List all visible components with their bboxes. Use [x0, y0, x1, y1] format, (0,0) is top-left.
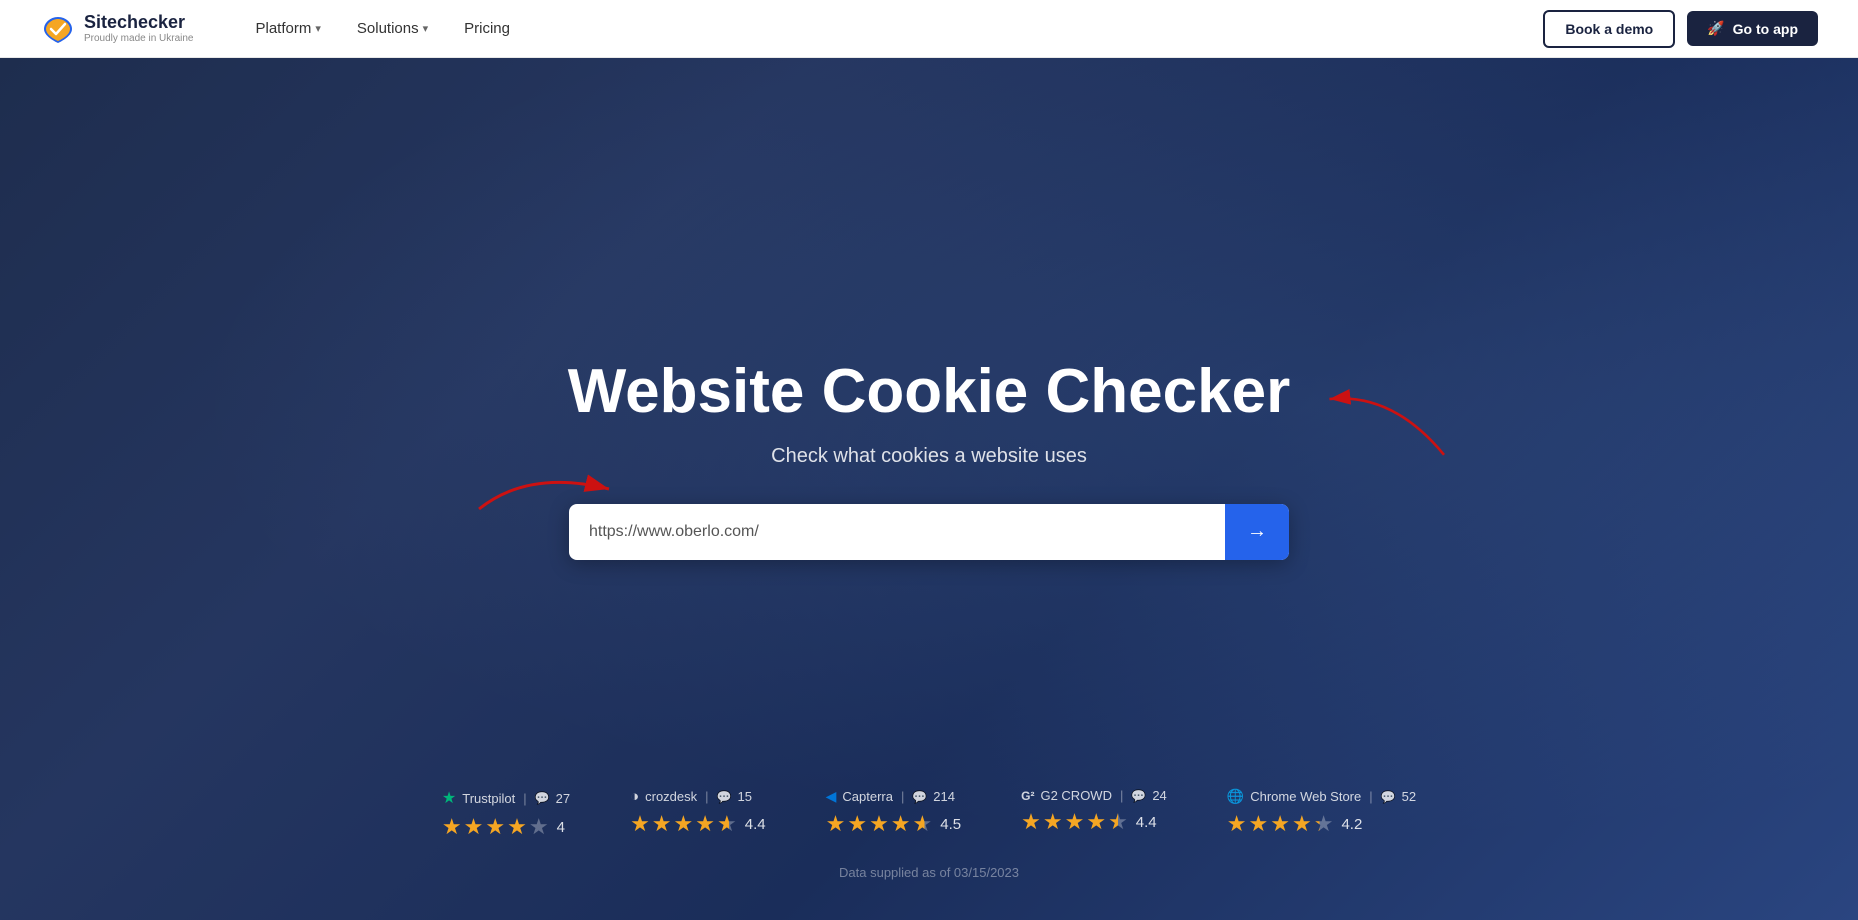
crozdesk-count: 15: [738, 789, 752, 804]
capterra-icon: ◀: [826, 788, 837, 805]
comment-icon-crozdesk: 💬: [717, 790, 732, 804]
platform-chevron-icon: ▾: [315, 22, 321, 35]
comment-icon-g2: 💬: [1131, 789, 1146, 803]
nav-solutions[interactable]: Solutions ▾: [343, 12, 442, 45]
arrow-right-icon: →: [1247, 520, 1267, 543]
crozdesk-stars: ★★★★★: [630, 811, 737, 837]
hero-subtitle: Check what cookies a website uses: [771, 445, 1087, 468]
nav-links: Platform ▾ Solutions ▾ Pricing: [242, 12, 1544, 45]
rating-trustpilot: ★ Trustpilot | 💬 27 ★★★★★ 4: [442, 788, 570, 840]
comment-icon-chrome: 💬: [1381, 790, 1396, 804]
logo-icon: [40, 11, 76, 47]
comment-icon: 💬: [535, 791, 550, 805]
rating-capterra: ◀ Capterra | 💬 214 ★★★★★ 4.5: [826, 788, 962, 840]
url-search-bar: →: [569, 504, 1289, 560]
rocket-icon: 🚀: [1707, 20, 1724, 37]
trustpilot-score: 4: [557, 819, 565, 836]
logo-name: Sitechecker: [84, 13, 194, 33]
capterra-label: Capterra: [842, 789, 893, 804]
hero-title: Website Cookie Checker: [568, 358, 1290, 426]
chrome-stars: ★★★★★: [1227, 811, 1334, 837]
nav-pricing[interactable]: Pricing: [450, 12, 524, 45]
book-demo-button[interactable]: Book a demo: [1543, 10, 1675, 48]
crozdesk-score: 4.4: [745, 816, 766, 833]
trustpilot-stars: ★★★★★: [442, 814, 549, 840]
logo-tagline: Proudly made in Ukraine: [84, 33, 194, 44]
capterra-score: 4.5: [940, 816, 961, 833]
solutions-chevron-icon: ▾: [423, 22, 429, 35]
g2crowd-count: 24: [1152, 788, 1166, 803]
right-arrow-indicator: [1312, 358, 1466, 471]
g2crowd-icon: G²: [1021, 789, 1034, 803]
crozdesk-label: crozdesk: [645, 789, 697, 804]
chrome-icon: 🌐: [1227, 788, 1244, 805]
hero-content: Website Cookie Checker Check what cookie…: [548, 358, 1310, 559]
rating-crozdesk: ◑ crozdesk | 💬 15 ★★★★★ 4.4: [630, 788, 766, 840]
nav-platform[interactable]: Platform ▾: [242, 12, 335, 45]
g2crowd-label: G2 CROWD: [1040, 788, 1112, 803]
go-to-app-button[interactable]: 🚀 Go to app: [1687, 11, 1818, 46]
ratings-section: ★ Trustpilot | 💬 27 ★★★★★ 4 ◑ crozdesk |…: [0, 788, 1858, 840]
logo-link[interactable]: Sitechecker Proudly made in Ukraine: [40, 11, 194, 47]
data-date-note: Data supplied as of 03/15/2023: [0, 865, 1858, 880]
capterra-stars: ★★★★★: [826, 811, 933, 837]
trustpilot-icon: ★: [442, 788, 456, 808]
chrome-label: Chrome Web Store: [1250, 789, 1361, 804]
chrome-count: 52: [1402, 789, 1416, 804]
rating-chrome-webstore: 🌐 Chrome Web Store | 💬 52 ★★★★★ 4.2: [1227, 788, 1416, 840]
crozdesk-icon: ◑: [630, 788, 639, 805]
search-submit-button[interactable]: →: [1225, 504, 1289, 560]
hero-section: Website Cookie Checker Check what cookie…: [0, 58, 1858, 920]
g2crowd-stars: ★★★★★: [1021, 809, 1128, 835]
comment-icon-capterra: 💬: [912, 790, 927, 804]
navbar: Sitechecker Proudly made in Ukraine Plat…: [0, 0, 1858, 58]
nav-right-actions: Book a demo 🚀 Go to app: [1543, 10, 1818, 48]
trustpilot-count: 27: [556, 791, 570, 806]
rating-g2crowd: G² G2 CROWD | 💬 24 ★★★★★ 4.4: [1021, 788, 1167, 840]
url-input[interactable]: [569, 507, 1225, 557]
capterra-count: 214: [933, 789, 955, 804]
chrome-score: 4.2: [1341, 816, 1362, 833]
g2crowd-score: 4.4: [1136, 814, 1157, 831]
trustpilot-label: Trustpilot: [462, 791, 515, 806]
